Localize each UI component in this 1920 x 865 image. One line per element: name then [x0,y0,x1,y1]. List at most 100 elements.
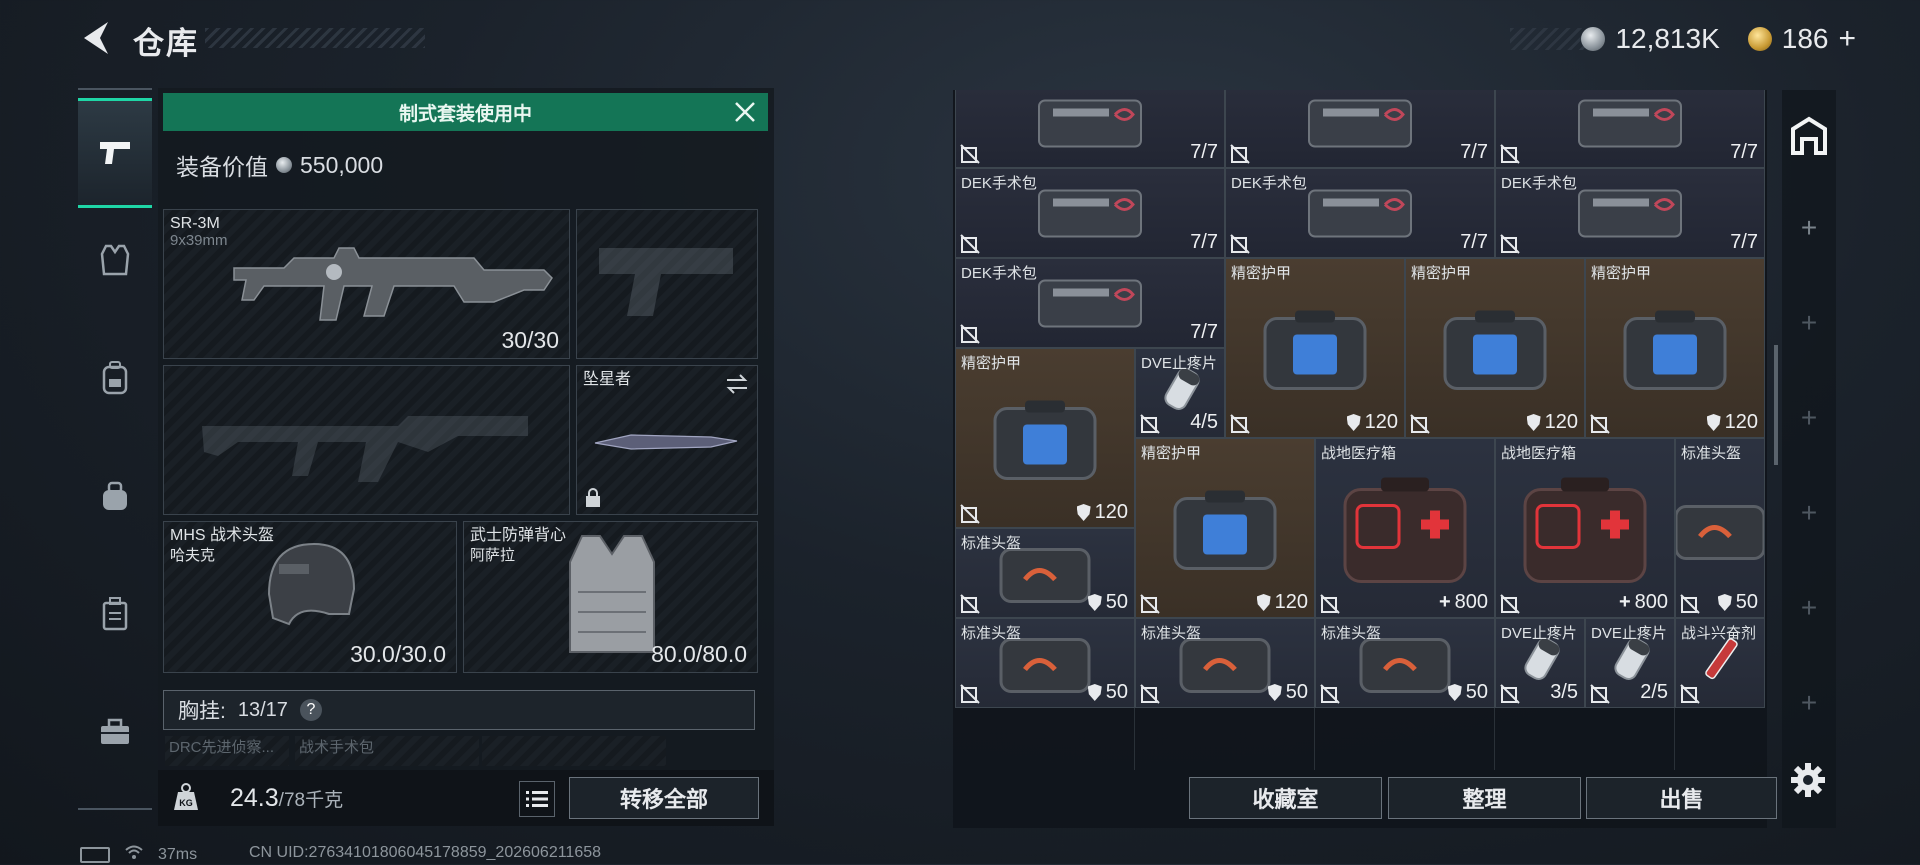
storage-item[interactable]: 精密护甲 120 [1225,258,1405,438]
item-name: 精密护甲 [1591,265,1652,282]
item-name: DVE止疼片 [1591,625,1667,642]
storage-tabs: + + + + + + [1782,90,1836,828]
item-name: 标准头盔 [1321,625,1382,642]
helmet-slot[interactable]: MHS 战术头盔 哈夫克 30.0/30.0 [163,521,457,673]
locked-tab[interactable]: + [1782,373,1836,463]
category-tabs [78,88,152,810]
list-view-button[interactable] [519,781,555,817]
backpack-icon [102,361,128,395]
storage-item[interactable]: 战地医疗箱 +800 [1495,438,1675,618]
storage-item[interactable]: 标准头盔 50 [955,528,1135,618]
tab-weapons[interactable] [78,98,152,208]
medbox-image [1335,469,1475,594]
storage-item[interactable]: 标准头盔 50 [1315,618,1495,708]
storage-item[interactable]: 标准头盔 50 [1675,438,1765,618]
locked-tab[interactable]: + [1782,468,1836,558]
no-trade-icon [1230,144,1250,164]
tab-bag[interactable] [78,444,152,548]
item-count: 120 [1526,411,1578,434]
item-name: 战斗兴奋剂 [1681,625,1757,642]
kit-image [1035,92,1145,157]
storage-item[interactable]: DEK手术包 7/7 [955,258,1225,348]
storage-item[interactable]: 标准头盔 50 [955,618,1135,708]
chest-rig-bar[interactable]: 胸挂: 13/17 ? [163,690,755,730]
weight-current: 24.3 [230,784,279,812]
sell-button[interactable]: 出售 [1586,777,1777,819]
tab-case[interactable] [78,562,152,666]
equipment-value: 装备价值 550,000 [176,148,383,182]
add-tab-button[interactable]: + [1782,183,1836,273]
sort-button[interactable]: 整理 [1388,777,1581,819]
storage-item[interactable]: 7/7 [1495,90,1765,168]
tab-armor[interactable] [78,208,152,312]
vest-name: 武士防弹背心 [470,527,567,544]
no-trade-icon [1230,234,1250,254]
no-trade-icon [960,504,980,524]
locked-tab[interactable]: + [1782,278,1836,368]
settings-button[interactable] [1790,762,1826,798]
rifle-silhouette-icon [202,416,528,482]
grid-cell[interactable] [1675,708,1765,770]
storage-item[interactable]: 7/7 [955,90,1225,168]
storage-item[interactable]: DEK手术包 7/7 [955,168,1225,258]
storage-item[interactable]: 精密护甲 120 [1135,438,1315,618]
pistol-icon [100,142,130,164]
tab-toolbox[interactable] [78,680,152,784]
durability-icon [1087,684,1102,701]
item-count: +800 [1438,591,1488,613]
helmet-sub: 哈夫克 [170,547,216,564]
storage-item[interactable]: DVE止疼片 2/5 [1585,618,1675,708]
grid-cell[interactable] [1495,708,1675,770]
durability-icon [1706,414,1721,431]
storage-item[interactable]: 精密护甲 120 [1585,258,1765,438]
item-name: DVE止疼片 [1141,355,1217,372]
currency-bar: 12,813K 186 + [1581,22,1856,56]
vest-slot[interactable]: 武士防弹背心 阿萨拉 80.0/80.0 [463,521,758,673]
storage-item[interactable]: DVE止疼片 3/5 [1495,618,1585,708]
storage-item[interactable]: 精密护甲 120 [1405,258,1585,438]
storage-item[interactable]: 战地医疗箱 +800 [1315,438,1495,618]
gear-icon [1791,763,1825,797]
item-name: 精密护甲 [1231,265,1292,282]
tab-warehouse[interactable] [1782,90,1836,180]
locked-tab[interactable]: + [1782,658,1836,748]
help-icon[interactable]: ? [299,699,322,721]
uid-text: CN UID:2763410180604517885​9_20260621165… [249,844,602,861]
transfer-all-button[interactable]: 转移全部 [569,777,759,819]
melee-name: 坠星者 [583,371,632,388]
storage-item[interactable]: DEK手术包 7/7 [1495,168,1765,258]
storage-item[interactable]: 精密护甲 120 [955,348,1135,528]
kit-image [1035,272,1145,337]
item-count: 50 [1447,681,1488,704]
back-button[interactable] [78,18,114,58]
primary-weapon-slot[interactable]: SR-3M 9x39mm 30/30 [163,209,570,359]
chest-item-empty[interactable] [482,736,666,766]
storage-item[interactable]: 战斗兴奋剂 [1675,618,1765,708]
storage-item[interactable]: DVE止疼片 4/5 [1135,348,1225,438]
storage-scrollbar[interactable] [1774,345,1778,465]
sidearm-slot[interactable] [576,209,758,359]
chest-item[interactable]: DRC先进侦察... [165,736,289,766]
item-count: 50 [1087,591,1128,614]
grid-cell[interactable] [1315,708,1495,770]
knife-image [594,434,738,450]
storage-item[interactable]: 标准头盔 50 [1135,618,1315,708]
grid-cell[interactable] [955,708,1135,770]
helmet-image [1676,494,1764,569]
helmet-durability: 30.0/30.0 [350,641,446,667]
chest-item[interactable]: 战术手术包 [295,736,479,766]
secondary-weapon-slot[interactable] [163,365,570,515]
collection-room-button[interactable]: 收藏室 [1189,777,1382,819]
close-icon[interactable] [732,99,758,125]
locked-tab[interactable]: + [1782,563,1836,653]
no-trade-icon [1680,684,1700,704]
weapon-name: SR-3M [170,215,220,232]
swap-icon[interactable] [725,374,749,394]
tab-backpack[interactable] [78,326,152,430]
storage-item[interactable]: DEK手术包 7/7 [1225,168,1495,258]
no-trade-icon [1140,414,1160,434]
add-currency-button[interactable]: + [1838,22,1856,56]
grid-cell[interactable] [1135,708,1315,770]
storage-item[interactable]: 7/7 [1225,90,1495,168]
melee-slot[interactable]: 坠星者 [576,365,758,515]
